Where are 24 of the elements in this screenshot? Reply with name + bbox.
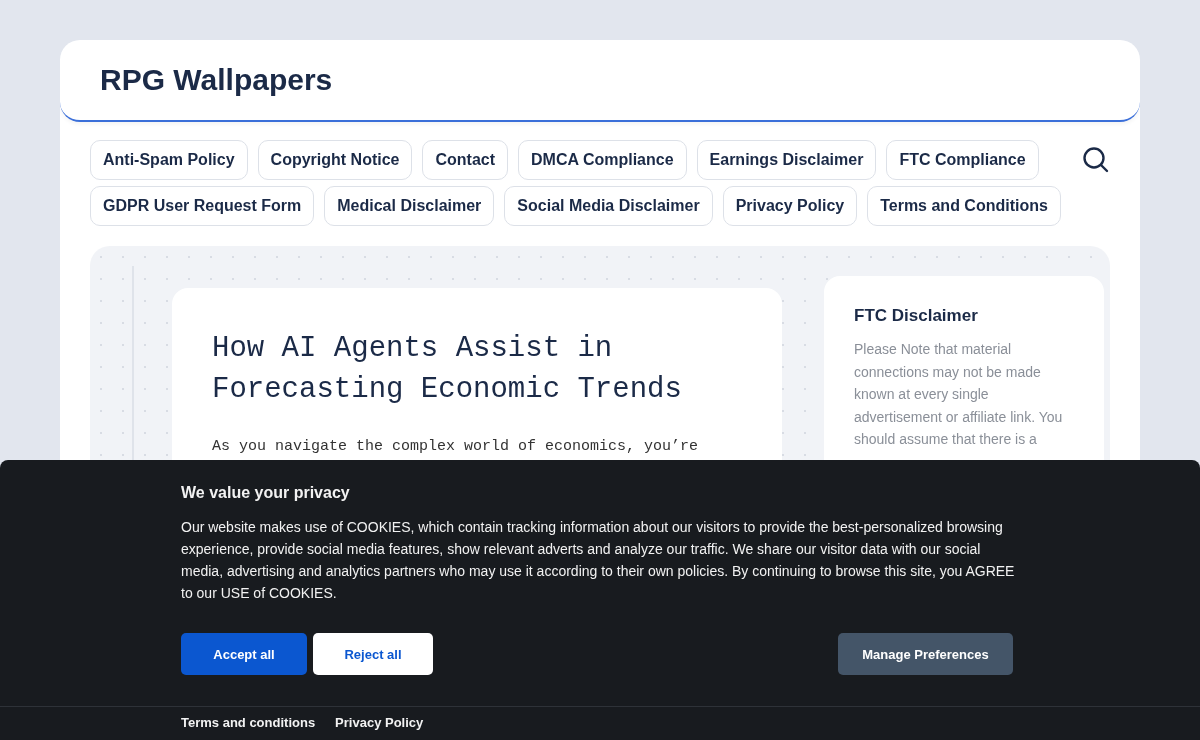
nav-link[interactable]: FTC Compliance <box>886 140 1039 180</box>
reject-button[interactable]: Reject all <box>313 633 433 675</box>
widget-title: FTC Disclaimer <box>854 306 979 326</box>
nav-link[interactable]: Terms and Conditions <box>867 186 1061 226</box>
nav-link[interactable]: GDPR User Request Form <box>90 186 315 226</box>
footer-link[interactable]: Terms and conditions <box>181 715 316 730</box>
preferences-button[interactable]: Manage Preferences <box>838 633 1013 675</box>
site-title[interactable]: RPG Wallpapers <box>100 63 333 97</box>
article-title[interactable]: How AI Agents Assist in Forecasting Economic Trends <box>212 328 742 410</box>
accept-button[interactable]: Accept all <box>181 633 307 675</box>
nav-link[interactable]: Earnings Disclaimer <box>696 140 877 180</box>
nav-link[interactable]: DMCA Compliance <box>518 140 687 180</box>
nav-link[interactable]: Anti-Spam Policy <box>90 140 248 180</box>
nav-link[interactable]: Copyright Notice <box>257 140 413 180</box>
article-excerpt: As you navigate the complex world of economics, you’re <box>212 438 700 455</box>
search-icon[interactable] <box>1082 146 1110 174</box>
nav-link[interactable]: Privacy Policy <box>722 186 858 226</box>
nav-link[interactable]: Medical Disclaimer <box>324 186 495 226</box>
footer-link[interactable]: Privacy Policy <box>335 715 424 730</box>
nav-link[interactable]: Social Media Disclaimer <box>504 186 713 226</box>
widget-text: Please Note that material connections may not be made known at every single advertisement or affiliate link. You should assume that there is a <box>854 340 1064 449</box>
banner-text: Our website makes use of COOKIES, which contain tracking information about our visitors to provide the best-personalized browsing experience, provide social media features, show relevant adverts and analyze our traffic. We share our visitor data with our social media, advertising and analytics partners who may use it according to their own policies. By continuing to browse this site, you AGREE to our USE of COOKIES. <box>181 518 1016 603</box>
banner-title: We value your privacy <box>181 484 351 502</box>
nav-link[interactable]: Contact <box>422 140 509 180</box>
